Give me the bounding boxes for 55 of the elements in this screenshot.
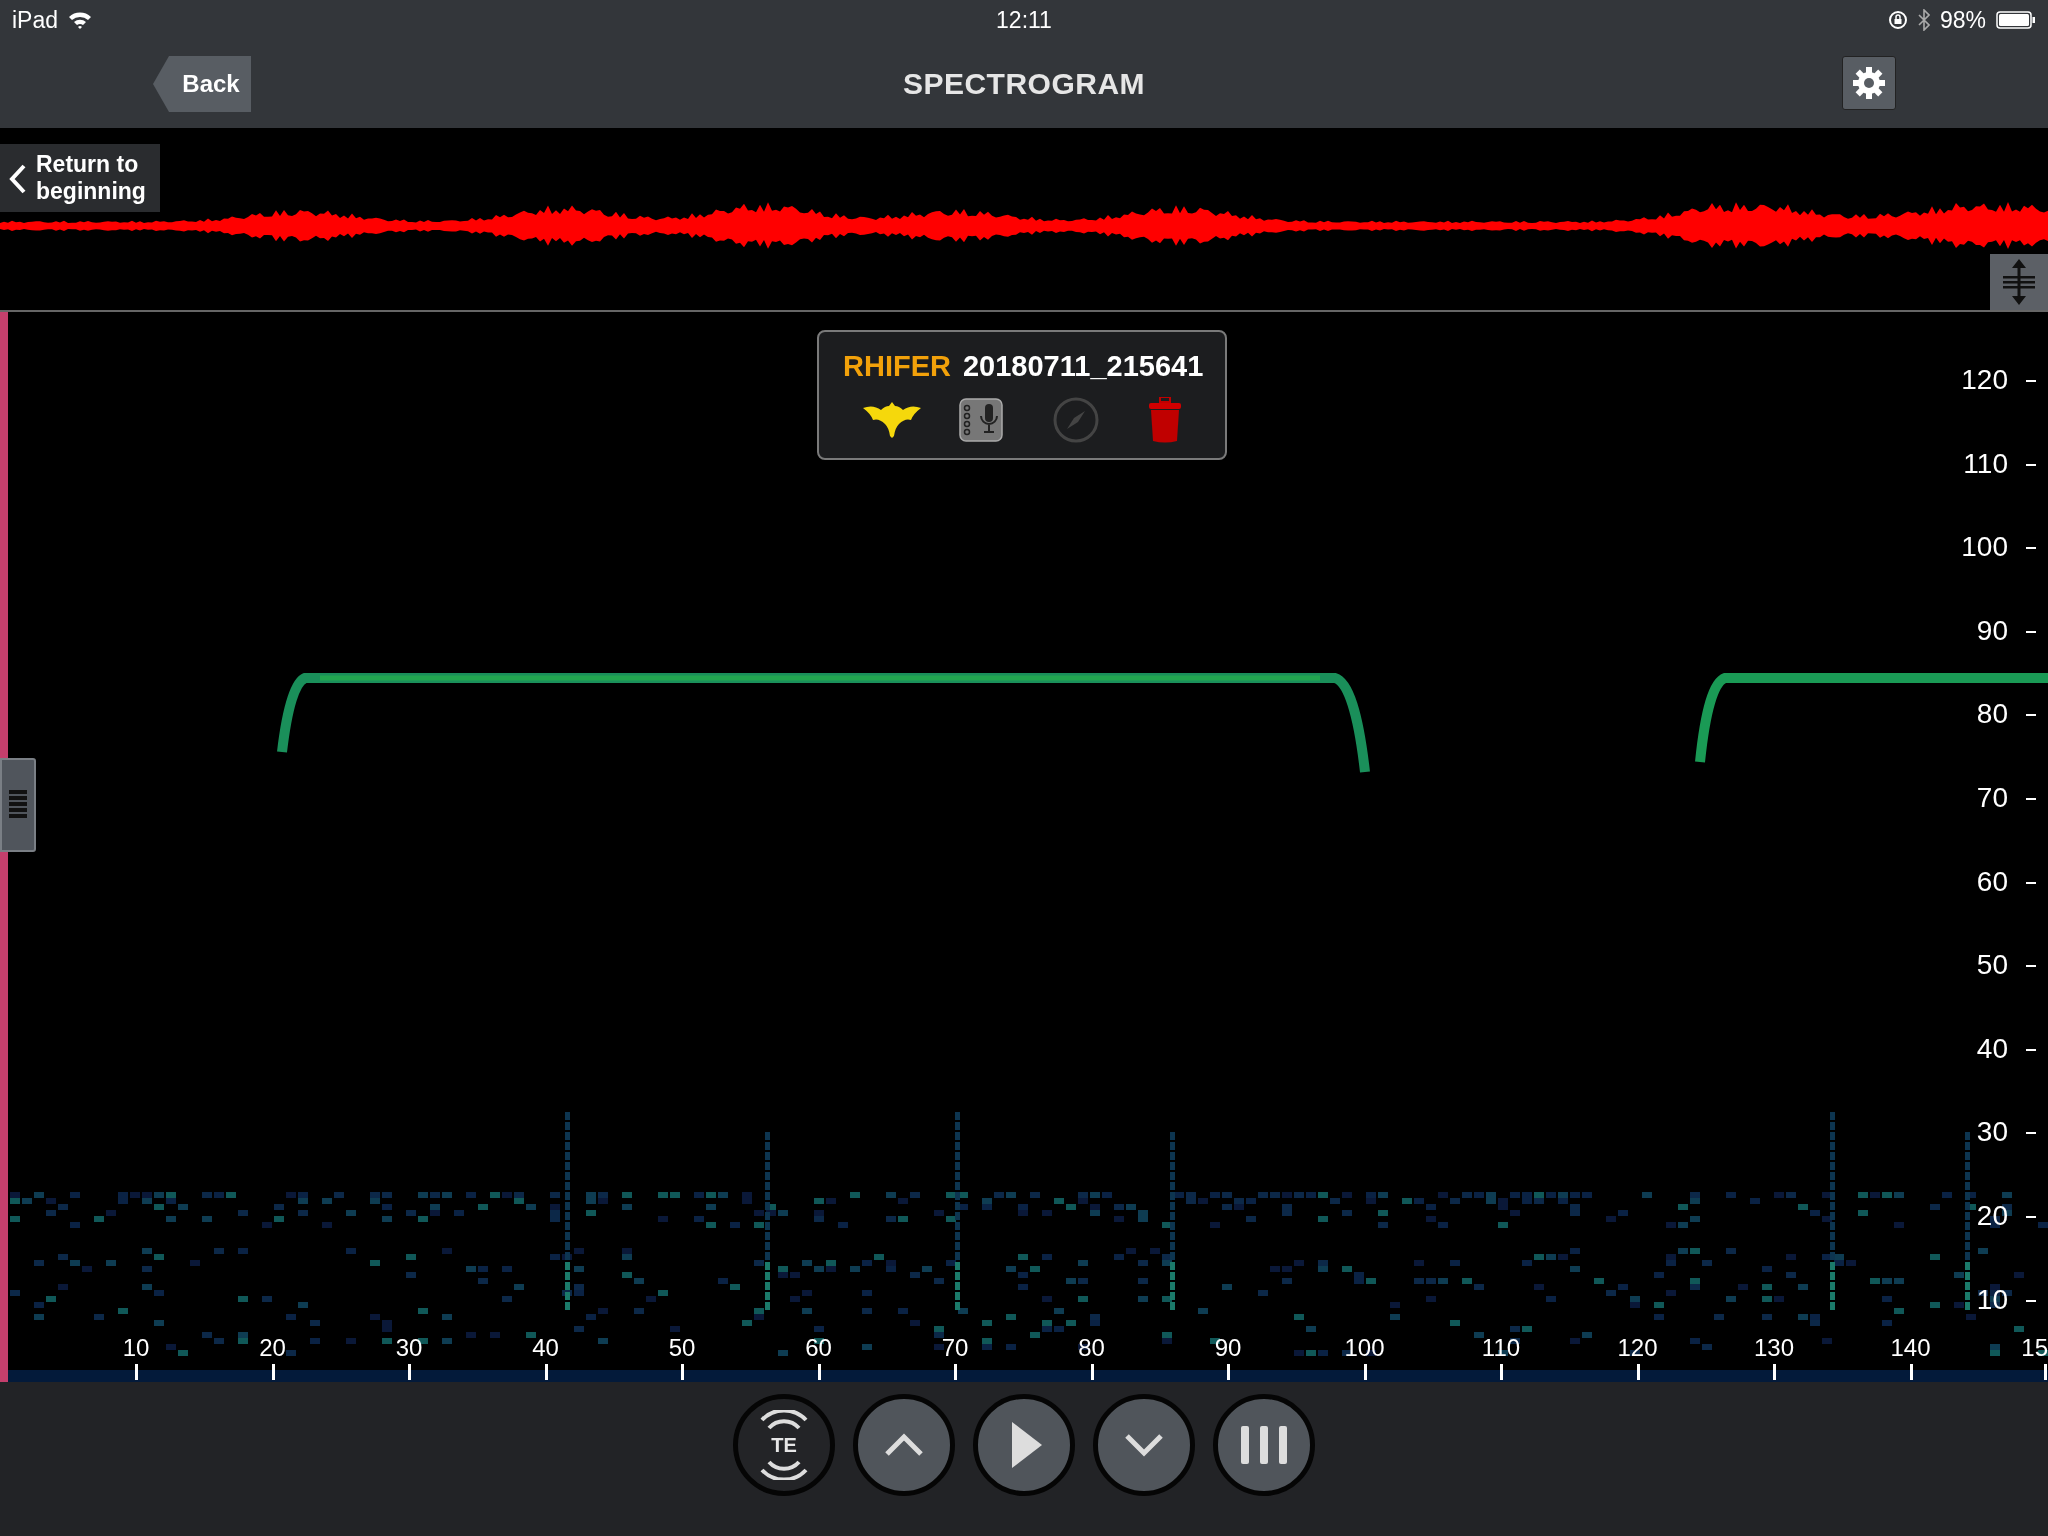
chevron-left-icon <box>8 164 28 194</box>
wifi-icon <box>68 11 93 29</box>
frequency-label: 40 <box>1976 1032 2008 1065</box>
time-label: 20 <box>259 1334 286 1362</box>
time-label: 130 <box>1754 1334 1794 1362</box>
time-label: 90 <box>1214 1334 1242 1362</box>
frequency-label: 110 <box>1963 447 2008 480</box>
frequency-label: 90 <box>1976 614 2008 647</box>
side-drawer-handle[interactable] <box>0 758 36 852</box>
return-to-beginning-button[interactable]: Return to beginning <box>0 144 160 212</box>
time-label: 10 <box>122 1334 150 1362</box>
time-label: 70 <box>941 1334 969 1362</box>
time-label: 40 <box>532 1334 559 1362</box>
time-label: 30 <box>395 1334 423 1362</box>
resize-handle[interactable] <box>1990 254 2048 310</box>
battery-percent: 98% <box>1939 6 1986 34</box>
signal-arcs-icon <box>759 1410 809 1480</box>
bars-icon <box>1241 1426 1287 1464</box>
bluetooth-icon <box>1917 9 1930 31</box>
time-label: 140 <box>1890 1334 1931 1362</box>
time-label: 100 <box>1344 1334 1385 1362</box>
frequency-label: 60 <box>1976 865 2008 898</box>
settings-icon <box>1852 66 1886 100</box>
frequency-label: 70 <box>1976 782 2008 814</box>
frequency-label: 100 <box>1961 531 2008 564</box>
frequency-label: 30 <box>1976 1116 2008 1149</box>
frequency-label: 20 <box>1976 1200 2008 1232</box>
notebook-microphone-icon[interactable] <box>959 398 1003 442</box>
time-label: 60 <box>805 1334 832 1362</box>
settings-button[interactable] <box>1842 56 1896 110</box>
species-code: RHIFER <box>843 350 951 383</box>
chevron-up-icon <box>884 1433 924 1457</box>
te-button[interactable]: TE <box>733 1394 835 1496</box>
frequency-label: 80 <box>1976 698 2008 731</box>
chevron-down-icon <box>1124 1433 1164 1457</box>
time-label: 110 <box>1481 1334 1521 1362</box>
trash-icon[interactable] <box>1149 397 1181 443</box>
time-label: 80 <box>1078 1334 1105 1362</box>
frequency-label: 50 <box>1976 949 2008 982</box>
clock-time: 12:11 <box>996 6 1052 34</box>
time-label: 120 <box>1617 1334 1658 1362</box>
frequency-label: 10 <box>1976 1283 2008 1316</box>
vertical-resize-icon <box>2002 257 2036 307</box>
grip-lines-icon <box>9 790 27 820</box>
rotation-lock-icon <box>1887 10 1908 30</box>
battery-icon <box>1996 11 2036 29</box>
device-name: iPad <box>12 6 59 34</box>
time-label: 15 <box>2021 1334 2048 1362</box>
bat-icon[interactable] <box>863 402 921 438</box>
time-label: 50 <box>668 1334 696 1362</box>
back-button[interactable]: Back <box>153 56 251 112</box>
recording-filename: 20180711_215641 <box>962 350 1204 383</box>
page-title: SPECTROGRAM <box>902 67 1146 101</box>
frequency-label: 120 <box>1961 364 2008 396</box>
play-icon <box>1012 1422 1042 1468</box>
